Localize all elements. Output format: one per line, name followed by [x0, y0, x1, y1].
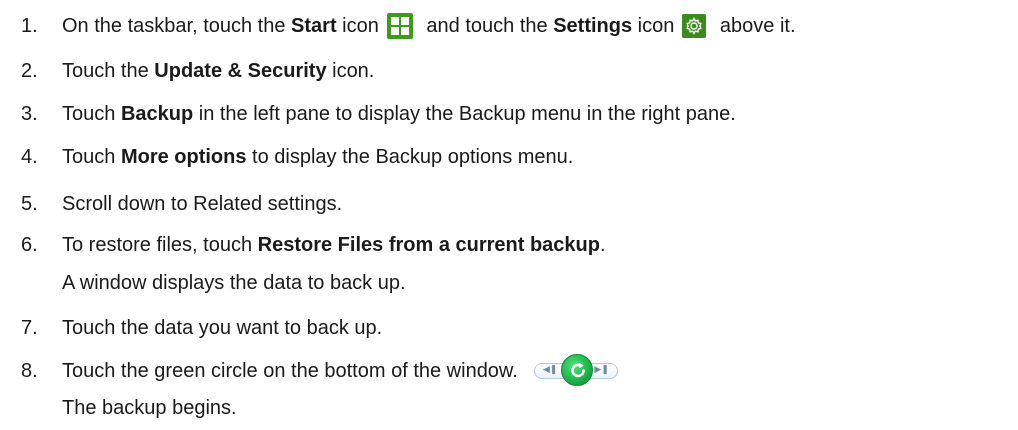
backup-player-control: ◀❚ ▶❚ — [533, 354, 618, 388]
step-bold-settings: Settings — [553, 14, 633, 37]
step-bold-restore-files: Restore Files from a current backup — [257, 233, 600, 256]
step-number: 2. — [21, 59, 38, 82]
step-number: 8. — [21, 359, 38, 382]
step-text-part: in the left pane to display the Backup m… — [193, 102, 736, 125]
step-text: Scroll down to Related settings. — [62, 192, 343, 215]
step-text-part: To restore files, touch — [62, 233, 258, 256]
previous-icon: ◀❚ — [542, 365, 558, 375]
step-number: 7. — [21, 316, 38, 339]
step-bold-backup: Backup — [120, 102, 194, 125]
step-text: On the taskbar, touch the Start icon and… — [62, 13, 796, 39]
step-text-part: Touch — [62, 145, 121, 168]
step-text-part: and touch the — [420, 14, 554, 37]
step-number: 6. — [21, 233, 38, 256]
step-text-part: to display the Backup options menu. — [246, 145, 574, 168]
step-number: 4. — [21, 145, 38, 168]
step-text-part: icon — [632, 14, 675, 37]
step-number: 3. — [21, 102, 38, 125]
step-bold-update-security: Update & Security — [154, 59, 327, 82]
next-icon: ▶❚ — [594, 365, 609, 375]
step-bold-more-options: More options — [120, 145, 247, 168]
step-text-part: . — [599, 233, 606, 256]
step-text: Touch the green circle on the bottom of … — [62, 354, 618, 388]
windows-start-icon — [386, 13, 413, 39]
refresh-icon — [560, 354, 593, 386]
step-text-part: On the taskbar, touch the — [62, 14, 292, 37]
step-text: Touch the data you want to back up. — [62, 316, 383, 339]
step-number: 1. — [21, 14, 38, 37]
step-text: Touch the Update & Security icon. — [62, 60, 374, 83]
step-text: To restore files, touch Restore Files fr… — [62, 234, 606, 257]
step-text-part: icon — [336, 14, 379, 37]
step-text-part: above it. — [714, 14, 796, 37]
step-text-part: Touch the — [62, 59, 155, 82]
step-8-note: The backup begins. — [62, 396, 237, 419]
step-text-part: icon. — [326, 59, 375, 82]
step-bold-start: Start — [291, 14, 337, 37]
step-text-part: Touch — [62, 102, 121, 125]
step-text-part: Touch the green circle on the bottom of … — [62, 359, 518, 382]
step-text: Touch More options to display the Backup… — [62, 146, 573, 169]
gear-icon — [682, 14, 707, 38]
step-number: 5. — [21, 192, 38, 215]
step-text: Touch Backup in the left pane to display… — [62, 103, 736, 126]
step-6-note: A window displays the data to back up. — [62, 271, 406, 294]
